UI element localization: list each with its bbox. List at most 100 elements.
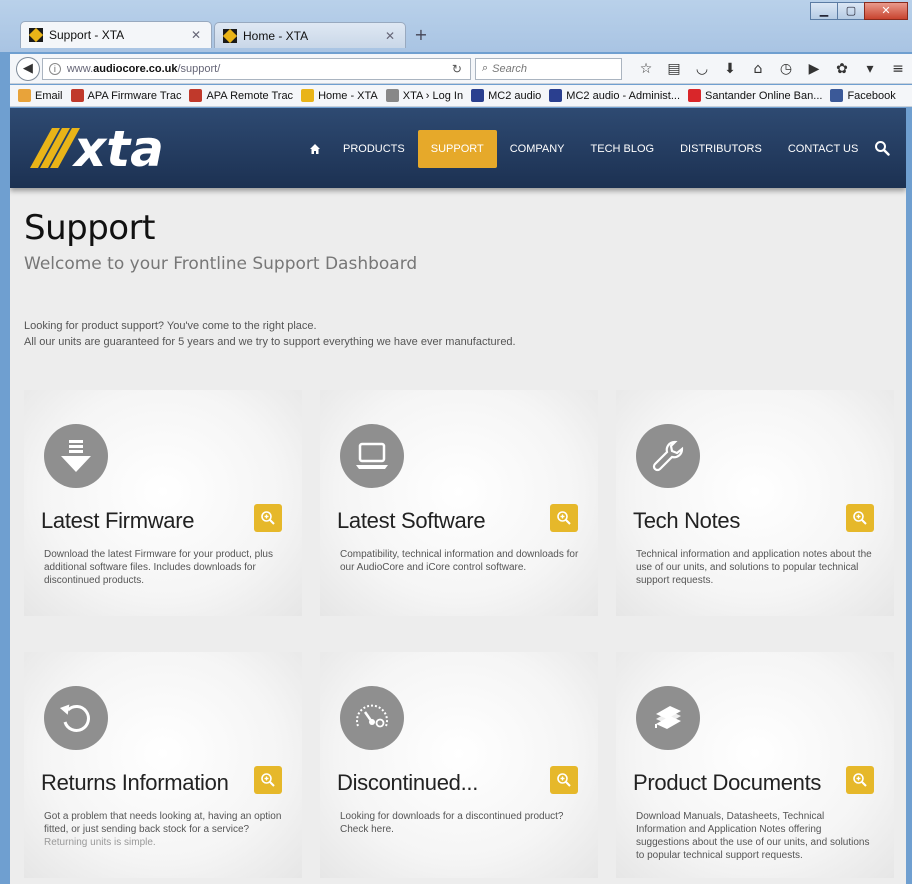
zoom-in-icon[interactable] xyxy=(550,766,578,794)
bookmark-star-icon[interactable]: ☆ xyxy=(632,61,660,77)
extension-icon[interactable]: ✿ xyxy=(828,61,856,77)
zoom-in-icon[interactable] xyxy=(550,504,578,532)
card-returns-information[interactable]: Returns Information Got a problem that n… xyxy=(24,652,302,878)
url-bar[interactable]: i www. audiocore.co.uk/support/ ↻ xyxy=(41,57,471,80)
intro-line-2: All our units are guaranteed for 5 years… xyxy=(24,336,516,348)
card-description-text: Compatibility, technical information and… xyxy=(340,549,579,573)
bookmark-label: Home - XTA xyxy=(318,89,378,102)
card-title: Discontinued... xyxy=(337,770,479,795)
bookmark-label: APA Firmware Trac xyxy=(87,89,182,102)
card-description: Download the latest Firmware for your pr… xyxy=(44,548,284,587)
reading-list-icon[interactable]: ▤ xyxy=(660,61,688,77)
nav-company[interactable]: COMPANY xyxy=(497,130,578,168)
bookmark-favicon-icon xyxy=(301,89,315,102)
card-description-text: Got a problem that needs looking at, hav… xyxy=(44,811,282,835)
pocket-icon[interactable]: ◡ xyxy=(688,61,716,77)
xta-favicon-icon xyxy=(223,28,237,43)
bookmark-label: Facebook xyxy=(847,89,896,102)
info-icon[interactable]: i xyxy=(48,62,61,75)
search-bar[interactable]: ⌕ Search xyxy=(474,57,622,80)
card-tech-notes[interactable]: Tech Notes Technical information and app… xyxy=(616,390,894,616)
card-description-text: Download Manuals, Datasheets, Technical … xyxy=(636,811,870,861)
url-prefix: www. xyxy=(66,62,94,75)
nav-tech-blog[interactable]: TECH BLOG xyxy=(578,130,668,168)
intro-line-1: Looking for product support? You've come… xyxy=(24,320,317,332)
bookmark-favicon-icon xyxy=(549,89,563,102)
url-domain: audiocore.co.uk xyxy=(93,62,178,75)
bookmark-favicon-icon xyxy=(385,89,399,102)
nav-contact-us[interactable]: CONTACT US xyxy=(775,130,872,168)
zoom-in-icon[interactable] xyxy=(846,504,874,532)
site-nav: PRODUCTS SUPPORT COMPANY TECH BLOG DISTR… xyxy=(300,130,871,168)
card-description-extra: Returning units is simple. xyxy=(44,837,156,848)
zoom-in-icon[interactable] xyxy=(846,766,874,794)
bookmark-xta-login[interactable]: XTA › Log In xyxy=(385,89,464,102)
maximize-button[interactable]: ▢ xyxy=(837,2,865,20)
bookmarks-bar: Email APA Firmware Trac APA Remote Trac … xyxy=(10,85,912,107)
card-title: Tech Notes xyxy=(633,508,741,533)
card-title: Returns Information xyxy=(41,770,229,795)
tab-strip: Support - XTA ✕ Home - XTA ✕ + xyxy=(20,21,434,48)
page-title: Support xyxy=(24,208,155,248)
bookmark-home-xta[interactable]: Home - XTA xyxy=(301,89,378,102)
bookmark-favicon-icon xyxy=(18,89,31,102)
bookmark-email[interactable]: Email xyxy=(18,89,63,102)
close-window-button[interactable]: ✕ xyxy=(864,2,908,20)
bookmark-mc2-admin[interactable]: MC2 audio - Administ... xyxy=(549,89,680,102)
back-button[interactable]: ◀ xyxy=(16,56,40,81)
navigation-toolbar: ◀ i www. audiocore.co.uk/support/ ↻ ⌕ Sea… xyxy=(10,54,912,84)
tab-home[interactable]: Home - XTA ✕ xyxy=(214,22,406,48)
bookmark-apa-firmware[interactable]: APA Firmware Trac xyxy=(70,89,182,102)
return-icon xyxy=(44,686,108,750)
nav-support[interactable]: SUPPORT xyxy=(417,130,497,168)
youtube-icon[interactable]: ▶ xyxy=(800,61,828,77)
toolbar-icons: ☆ ▤ ◡ ⬇ ⌂ ◷ ▶ ✿ ▾ ≡ xyxy=(632,61,912,77)
card-latest-software[interactable]: Latest Software Compatibility, technical… xyxy=(320,390,598,616)
card-description: Compatibility, technical information and… xyxy=(340,548,580,574)
card-product-documents[interactable]: Product Documents Download Manuals, Data… xyxy=(616,652,894,878)
bookmark-favicon-icon xyxy=(189,89,203,102)
window-titlebar: ▁ ▢ ✕ Support - XTA ✕ Home - XTA ✕ + xyxy=(0,0,912,52)
tab-support[interactable]: Support - XTA ✕ xyxy=(20,21,212,48)
card-description-text: Technical information and application no… xyxy=(636,549,872,586)
wrench-icon xyxy=(636,424,700,488)
bookmark-label: XTA › Log In xyxy=(402,89,464,102)
card-title: Product Documents xyxy=(633,770,822,795)
bookmark-mc2-audio[interactable]: MC2 audio xyxy=(471,89,541,102)
bookmark-facebook[interactable]: Facebook xyxy=(830,89,896,102)
menu-icon[interactable]: ≡ xyxy=(884,61,912,77)
xta-logo[interactable]: xta xyxy=(30,122,215,174)
books-icon xyxy=(636,686,700,750)
dropdown-icon[interactable]: ▾ xyxy=(856,61,884,77)
search-icon: ⌕ xyxy=(481,62,489,74)
gauge-icon xyxy=(340,686,404,750)
card-description-text: Looking for downloads for a discontinued… xyxy=(340,811,564,835)
zoom-in-icon[interactable] xyxy=(254,504,282,532)
history-icon[interactable]: ◷ xyxy=(772,61,800,77)
bookmark-label: MC2 audio - Administ... xyxy=(566,89,681,102)
search-icon[interactable] xyxy=(874,140,890,156)
zoom-in-icon[interactable] xyxy=(254,766,282,794)
nav-products[interactable]: PRODUCTS xyxy=(330,130,418,168)
tab-close-icon[interactable]: ✕ xyxy=(385,29,395,43)
home-icon[interactable] xyxy=(300,130,330,168)
home-icon[interactable]: ⌂ xyxy=(744,61,772,77)
page-subtitle: Welcome to your Frontline Support Dashbo… xyxy=(24,254,418,274)
new-tab-button[interactable]: + xyxy=(408,24,434,48)
card-latest-firmware[interactable]: Latest Firmware Download the latest Firm… xyxy=(24,390,302,616)
tab-close-icon[interactable]: ✕ xyxy=(191,28,201,42)
minimize-button[interactable]: ▁ xyxy=(810,2,838,20)
downloads-icon[interactable]: ⬇ xyxy=(716,61,744,77)
card-discontinued[interactable]: Discontinued... Looking for downloads fo… xyxy=(320,652,598,878)
bookmark-favicon-icon xyxy=(830,89,844,102)
page-content: Support Welcome to your Frontline Suppor… xyxy=(10,208,906,350)
card-title: Latest Software xyxy=(337,508,486,533)
reload-icon[interactable]: ↻ xyxy=(452,62,462,76)
bookmark-favicon-icon xyxy=(471,89,485,102)
bookmark-favicon-icon xyxy=(688,89,702,102)
bookmark-apa-remote[interactable]: APA Remote Trac xyxy=(189,89,293,102)
card-description: Looking for downloads for a discontinued… xyxy=(340,810,580,836)
bookmark-label: Email xyxy=(35,89,63,102)
nav-distributors[interactable]: DISTRIBUTORS xyxy=(667,130,775,168)
bookmark-santander[interactable]: Santander Online Ban... xyxy=(688,89,822,102)
